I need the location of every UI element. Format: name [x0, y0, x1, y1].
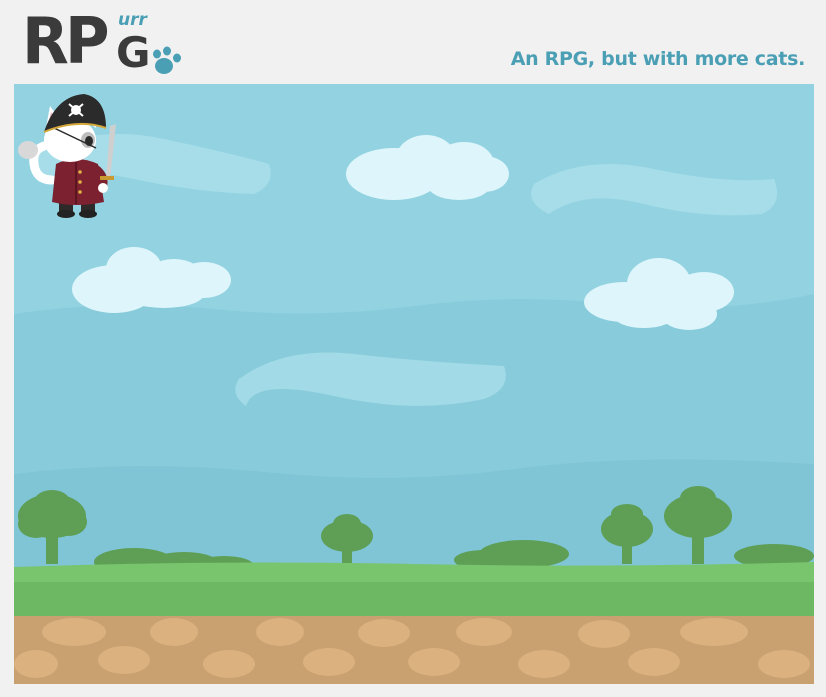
pirate-cat-sprite[interactable]	[14, 84, 124, 220]
game-canvas[interactable]	[14, 84, 814, 684]
ground-grass-dark	[14, 582, 814, 619]
logo-text-g: G	[116, 28, 151, 77]
logo-text-urr: urr	[118, 10, 147, 30]
logo-text-rp: RP	[22, 5, 110, 79]
site-header: RP urr G An RPG, but with more cats.	[0, 0, 826, 84]
tagline: An RPG, but with more cats.	[510, 48, 806, 70]
game-scene	[14, 84, 814, 684]
logo[interactable]: RP urr G	[22, 8, 192, 80]
paw-icon	[153, 46, 181, 74]
